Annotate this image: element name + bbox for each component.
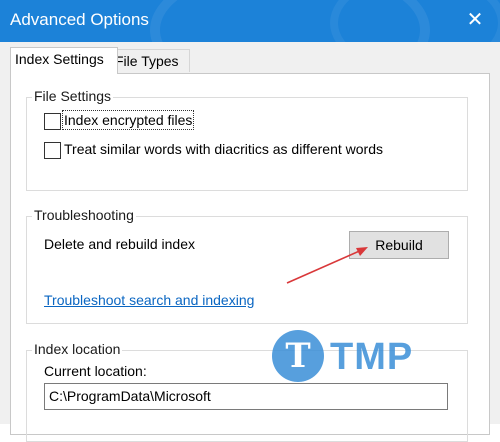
- troubleshoot-link[interactable]: Troubleshoot search and indexing: [44, 292, 254, 308]
- watermark-logo: T TMP: [272, 330, 462, 386]
- watermark-text: TMP: [330, 336, 414, 378]
- current-location-value: C:\ProgramData\Microsoft: [49, 388, 211, 404]
- watermark-circle-letter: T: [272, 330, 324, 382]
- index-location-label: Index location: [32, 341, 123, 357]
- current-location-field[interactable]: C:\ProgramData\Microsoft: [44, 383, 448, 410]
- tab-index-settings[interactable]: Index Settings: [10, 47, 118, 74]
- current-location-label: Current location:: [44, 363, 147, 379]
